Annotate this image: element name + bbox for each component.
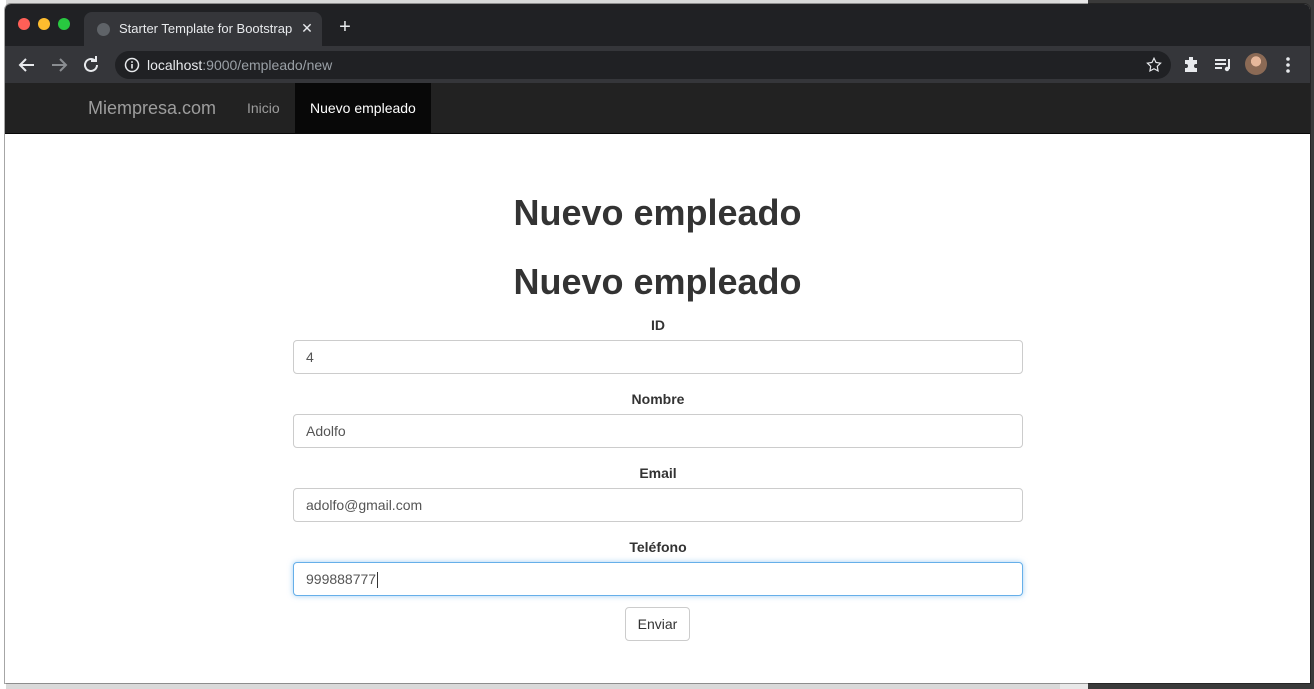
navbar-brand[interactable]: Miempresa.com — [88, 98, 216, 119]
info-icon[interactable] — [124, 57, 140, 73]
back-icon[interactable] — [15, 53, 39, 77]
email-field[interactable]: adolfo@gmail.com — [293, 488, 1023, 522]
media-icon[interactable] — [1211, 53, 1235, 77]
tab-strip: Starter Template for Bootstrap ✕ + — [5, 4, 1310, 46]
extensions-icon[interactable] — [1180, 53, 1204, 77]
email-label: Email — [639, 465, 677, 481]
site-navbar: Miempresa.com Inicio Nuevo empleado — [5, 83, 1310, 134]
nombre-field[interactable]: Adolfo — [293, 414, 1023, 448]
minimize-window-button[interactable] — [38, 18, 50, 30]
text-caret — [377, 572, 379, 589]
forward-icon[interactable] — [47, 53, 71, 77]
telefono-field[interactable]: 999888777 — [293, 562, 1023, 596]
browser-toolbar: localhost:9000/empleado/new — [5, 46, 1310, 83]
submit-button[interactable]: Enviar — [625, 607, 690, 641]
tab-title: Starter Template for Bootstrap — [119, 21, 293, 36]
reload-icon[interactable] — [79, 53, 103, 77]
web-page: Miempresa.com Inicio Nuevo empleado Nuev… — [5, 83, 1310, 683]
telefono-label: Teléfono — [629, 539, 687, 555]
browser-tab[interactable]: Starter Template for Bootstrap ✕ — [84, 12, 322, 46]
page-title: Nuevo empleado — [513, 192, 802, 233]
new-tab-button[interactable]: + — [334, 16, 356, 38]
form-title: Nuevo empleado — [513, 261, 802, 302]
browser-window: Starter Template for Bootstrap ✕ + local… — [5, 4, 1310, 683]
id-field[interactable]: 4 — [293, 340, 1023, 374]
menu-icon[interactable] — [1276, 53, 1300, 77]
globe-icon — [97, 23, 110, 36]
avatar[interactable] — [1245, 53, 1267, 75]
id-label: ID — [651, 317, 665, 333]
star-icon[interactable] — [1145, 56, 1163, 74]
nombre-label: Nombre — [631, 391, 685, 407]
address-bar[interactable]: localhost:9000/empleado/new — [115, 51, 1171, 79]
close-tab-icon[interactable]: ✕ — [298, 19, 316, 37]
url-text[interactable]: localhost:9000/empleado/new — [147, 57, 332, 73]
telefono-value: 999888777 — [306, 571, 377, 587]
url-path: :9000/empleado/new — [202, 57, 333, 73]
maximize-window-button[interactable] — [58, 18, 70, 30]
url-host: localhost — [147, 57, 203, 73]
nav-link-inicio[interactable]: Inicio — [232, 83, 295, 133]
nav-link-nuevo-empleado[interactable]: Nuevo empleado — [295, 83, 431, 133]
close-window-button[interactable] — [18, 18, 30, 30]
